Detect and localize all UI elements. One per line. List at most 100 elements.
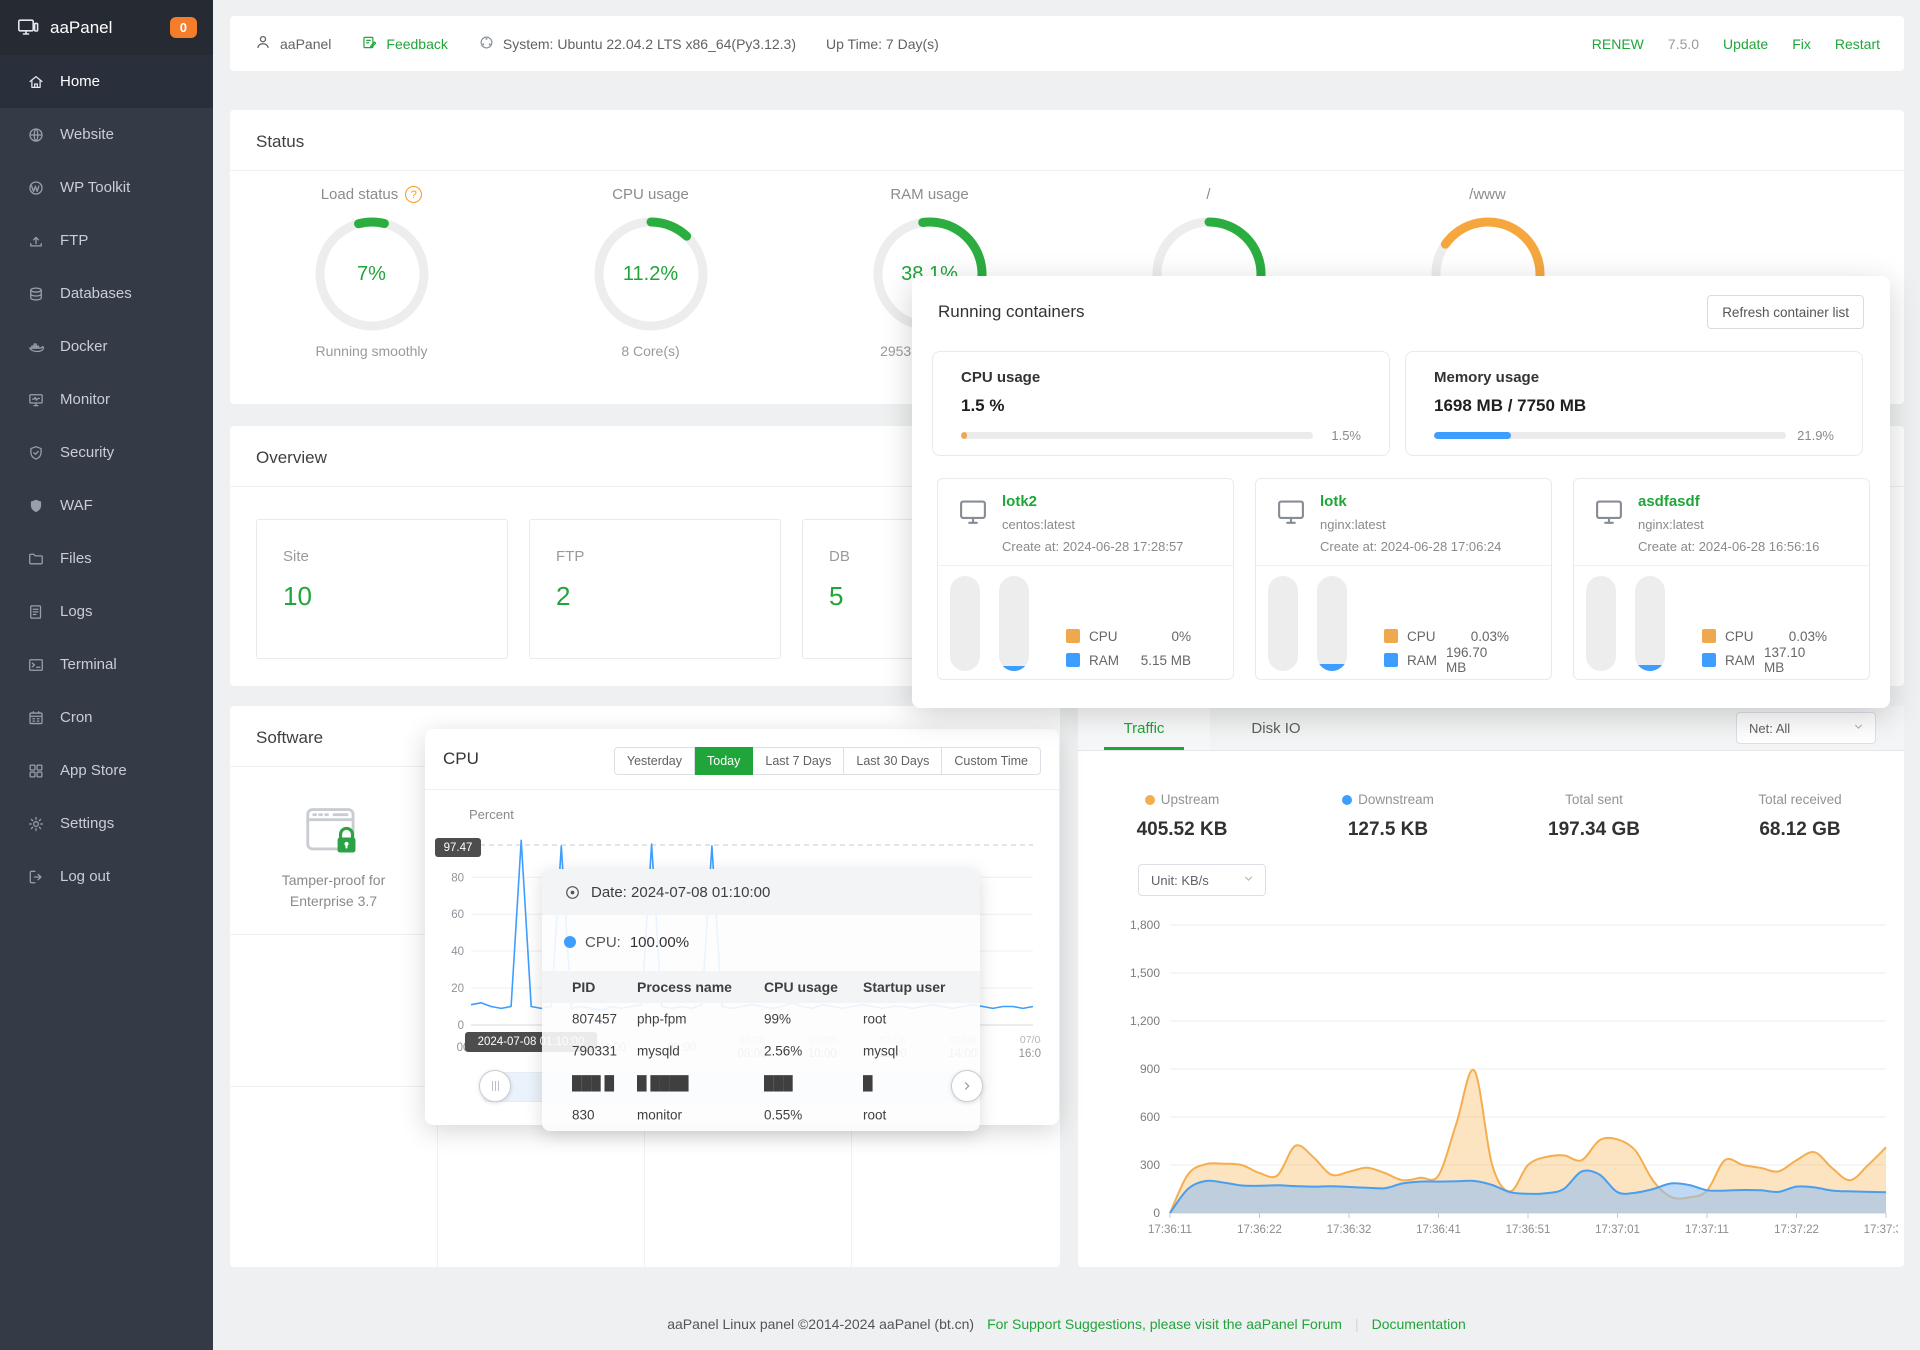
container-cpu-legend: CPU 0%: [1066, 627, 1191, 645]
net-select[interactable]: Net: All: [1736, 712, 1876, 744]
restart-link[interactable]: Restart: [1835, 36, 1880, 52]
sidebar-item-settings[interactable]: Settings: [0, 797, 213, 850]
sidebar-item-website[interactable]: Website: [0, 108, 213, 161]
container-name[interactable]: lotk2: [1002, 493, 1037, 510]
chevron-down-icon: [1852, 720, 1865, 736]
container-name[interactable]: asdfasdf: [1638, 493, 1700, 510]
sidebar-item-label: Website: [60, 126, 114, 143]
sidebar-item-cron[interactable]: Cron: [0, 691, 213, 744]
user-menu[interactable]: aaPanel: [254, 33, 331, 54]
sidebar-item-waf[interactable]: WAF: [0, 479, 213, 532]
gauge-sub-label: Running smoothly: [315, 343, 428, 359]
status-title: Status: [230, 110, 1904, 171]
modal-title: Running containers: [938, 302, 1085, 321]
svg-text:1,800: 1,800: [1130, 918, 1160, 932]
overview-card-ftp[interactable]: FTP 2: [529, 519, 781, 659]
container-name[interactable]: lotk: [1320, 493, 1347, 510]
container-cpu-legend: CPU 0.03%: [1384, 627, 1509, 645]
feedback-icon: [361, 34, 378, 54]
refresh-container-list-button[interactable]: Refresh container list: [1707, 295, 1864, 329]
process-row: 830 monitor 0.55% root: [572, 1107, 887, 1123]
brush-handle-right[interactable]: [951, 1070, 983, 1102]
container-ram-bar: [1635, 576, 1665, 671]
sidebar-item-log-out[interactable]: Log out: [0, 850, 213, 903]
sidebar-item-logs[interactable]: Logs: [0, 585, 213, 638]
tab-traffic[interactable]: Traffic: [1078, 706, 1210, 750]
svg-text:17:36:51: 17:36:51: [1506, 1224, 1551, 1236]
docker-icon: [27, 338, 45, 356]
sidebar-menu: Home Website WP Toolkit FTP Databases Docker M…: [0, 55, 213, 903]
software-item-label-1: Tamper-proof for: [281, 872, 386, 888]
notification-badge[interactable]: 0: [169, 17, 197, 38]
svg-text:17:37:33: 17:37:33: [1864, 1224, 1898, 1236]
container-cpu-bar: [1586, 576, 1616, 671]
user-icon: [254, 33, 272, 54]
logout-icon: [27, 868, 45, 886]
sidebar-item-files[interactable]: Files: [0, 532, 213, 585]
renew-link[interactable]: RENEW: [1592, 36, 1644, 52]
process-row: 790331 mysqld 2.56% mysql: [572, 1043, 899, 1059]
footer-support-link[interactable]: For Support Suggestions, please visit th…: [987, 1316, 1342, 1332]
container-cpu-bar: [1268, 576, 1298, 671]
gauge-sub-label: 8 Core(s): [621, 343, 680, 359]
cpu-ylabel: Percent: [469, 807, 514, 822]
feedback-link[interactable]: Feedback: [361, 34, 448, 54]
range-button-custom-time[interactable]: Custom Time: [942, 747, 1041, 775]
series-dot-icon: [564, 936, 576, 948]
software-item-label-2: Enterprise 3.7: [289, 893, 378, 909]
fix-link[interactable]: Fix: [1792, 36, 1811, 52]
monitor-icon: [27, 391, 45, 409]
sidebar-item-label: WAF: [60, 497, 93, 514]
sidebar-item-databases[interactable]: Databases: [0, 267, 213, 320]
tab-disk-io[interactable]: Disk IO: [1210, 706, 1342, 750]
sidebar-item-ftp[interactable]: FTP: [0, 214, 213, 267]
footer: aaPanel Linux panel ©2014-2024 aaPanel (…: [667, 1316, 1466, 1332]
container-ram-legend: RAM 196.70 MB: [1384, 645, 1509, 675]
update-link[interactable]: Update: [1723, 36, 1768, 52]
container-monitor-icon: [1592, 495, 1626, 534]
sidebar-item-label: Databases: [60, 285, 132, 302]
range-button-last-7-days[interactable]: Last 7 Days: [753, 747, 845, 775]
security-icon: [27, 444, 45, 462]
sidebar-item-label: Monitor: [60, 391, 111, 408]
brush-handle-left[interactable]: [479, 1070, 511, 1102]
container-cpu-usage-card: CPU usage 1.5 % 1.5%: [932, 351, 1390, 456]
legend-dot-icon: [1342, 794, 1353, 805]
overview-card-site[interactable]: Site 10: [256, 519, 508, 659]
cpu-swatch-icon: [1066, 629, 1080, 643]
aapanel-logo-icon: [16, 16, 40, 40]
svg-text:0: 0: [458, 1020, 464, 1032]
range-button-yesterday[interactable]: Yesterday: [613, 747, 696, 775]
unit-select[interactable]: Unit: KB/s: [1138, 864, 1266, 896]
ram-swatch-icon: [1384, 653, 1398, 667]
tamper-proof-icon: [301, 800, 367, 862]
running-containers-modal: Running containers Refresh container lis…: [912, 276, 1890, 708]
gauge-load-status: Load status 7% Running smoothly: [232, 186, 511, 359]
footer-copyright: aaPanel Linux panel ©2014-2024 aaPanel (…: [667, 1316, 975, 1332]
time-range-buttons: Yesterday Today Last 7 Days Last 30 Days Cus…: [613, 747, 1041, 775]
container-created-at: Create at: 2024-06-28 17:28:57: [1002, 539, 1184, 554]
panel-version: 7.5.0: [1667, 35, 1700, 52]
sidebar-item-terminal[interactable]: Terminal: [0, 638, 213, 691]
container-card-lotk2[interactable]: lotk2 centos:latest Create at: 2024-06-2…: [937, 478, 1234, 680]
sidebar-item-label: Security: [60, 444, 115, 461]
sidebar-item-label: WP Toolkit: [60, 179, 131, 196]
sidebar-item-app-store[interactable]: App Store: [0, 744, 213, 797]
sidebar-item-docker[interactable]: Docker: [0, 320, 213, 373]
sidebar-item-monitor[interactable]: Monitor: [0, 373, 213, 426]
traffic-section: Traffic Disk IO Net: All Upstream 405.52 …: [1078, 706, 1904, 1267]
svg-text:17:36:32: 17:36:32: [1327, 1224, 1372, 1236]
footer-docs-link[interactable]: Documentation: [1372, 1316, 1466, 1332]
software-item-tamper-proof[interactable]: Tamper-proof for Enterprise 3.7: [230, 770, 437, 934]
container-card-lotk[interactable]: lotk nginx:latest Create at: 2024-06-28 …: [1255, 478, 1552, 680]
container-monitor-icon: [1274, 495, 1308, 534]
sidebar-item-home[interactable]: Home: [0, 55, 213, 108]
sidebar: aaPanel 0 Home Website WP Toolkit FTP Databa…: [0, 0, 213, 1350]
tooltip-cpu-value: CPU: 100.00%: [564, 927, 689, 957]
sidebar-item-security[interactable]: Security: [0, 426, 213, 479]
sidebar-item-wp-toolkit[interactable]: WP Toolkit: [0, 161, 213, 214]
container-card-asdfasdf[interactable]: asdfasdf nginx:latest Create at: 2024-06…: [1573, 478, 1870, 680]
range-button-today[interactable]: Today: [695, 747, 754, 775]
help-icon[interactable]: [405, 186, 423, 203]
range-button-last-30-days[interactable]: Last 30 Days: [844, 747, 943, 775]
